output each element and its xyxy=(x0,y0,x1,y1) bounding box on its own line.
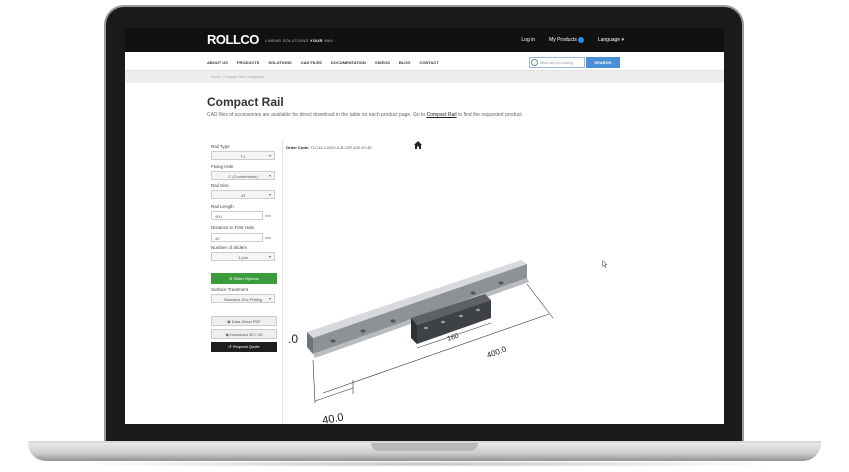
dimension-left: .0 xyxy=(288,332,298,346)
pdf-icon: ◉ xyxy=(227,319,231,324)
download-label: Download 3D / 2D xyxy=(230,332,263,337)
rail-hole xyxy=(470,291,476,295)
plus-circle-icon: ⊕ xyxy=(229,276,233,281)
nav-solutions[interactable]: SOLUTIONS xyxy=(268,60,291,65)
download-button[interactable]: ◉ Download 3D / 2D xyxy=(211,329,277,339)
quote-icon: ↺ xyxy=(228,344,232,349)
dimension-slider: 160 xyxy=(446,333,459,343)
sliders-select[interactable]: 1 pcs xyxy=(211,252,275,261)
nav-videos[interactable]: VIDEOS xyxy=(375,60,390,65)
breadcrumb-bar: Home / Compact Rail Configurator xyxy=(125,71,724,83)
distance-unit: mm xyxy=(265,236,271,240)
site-logo[interactable]: ROLLCO xyxy=(207,32,259,47)
rail-hole xyxy=(360,329,366,333)
order-code-value: TLC43-1-NOV-4-B-22R-400-40-40 xyxy=(310,145,372,150)
rail-length-label: Rail Length xyxy=(211,204,234,209)
nav-blog[interactable]: BLOG xyxy=(399,60,411,65)
compact-rail-link[interactable]: Compact Rail xyxy=(427,112,457,118)
search-icon xyxy=(531,59,538,66)
rail-size-label: Rail Size xyxy=(211,183,229,188)
products-count-badge xyxy=(577,37,584,43)
dimension-length: 400.0 xyxy=(486,344,508,359)
breadcrumb[interactable]: Home / Compact Rail Configurator xyxy=(211,75,265,79)
rail-type-label: Rail Type xyxy=(211,144,230,149)
intro-before: CAD files of accessories are available f… xyxy=(207,112,426,118)
order-code-label: Order Code: xyxy=(286,145,310,150)
datasheet-button[interactable]: ◉ Data Sheet PDF xyxy=(211,316,277,326)
nav-products[interactable]: PRODUCTS xyxy=(237,60,259,65)
tagline-bold: YOUR xyxy=(309,38,323,43)
nav-cad-files[interactable]: CAD FILES xyxy=(301,60,322,65)
nav-contact[interactable]: CONTACT xyxy=(419,60,438,65)
distance-input[interactable]: 40 xyxy=(211,233,263,242)
language-selector[interactable]: Language ▾ xyxy=(598,37,624,43)
order-code: Order Code: TLC43-1-NOV-4-B-22R-400-40-4… xyxy=(286,145,372,150)
site-topbar: ROLLCO LINEAR SOLUTIONS YOUR WAY Log in … xyxy=(125,28,724,52)
rail-3d-model[interactable]: .0 160 400.0 40.0 xyxy=(283,248,573,424)
rail-length-input[interactable]: 400 xyxy=(211,211,263,220)
surface-label: Surface Treatment xyxy=(211,287,249,292)
intro-after: to find the requested product. xyxy=(457,112,524,118)
datasheet-label: Data Sheet PDF xyxy=(231,319,261,324)
mouse-cursor-icon xyxy=(602,260,608,268)
download-icon: ◉ xyxy=(225,332,229,337)
my-products-label: My Products xyxy=(549,37,577,43)
chevron-down-icon: ▾ xyxy=(621,37,624,43)
nav-documentation[interactable]: DOCUMENTATION xyxy=(331,60,366,65)
nav-about-us[interactable]: ABOUT US xyxy=(207,60,228,65)
rail-hole xyxy=(390,319,396,323)
rail-size-select[interactable]: 43 xyxy=(211,190,275,199)
top-links: Log in My Products Language ▾ xyxy=(521,37,624,43)
rail-hole xyxy=(330,339,336,343)
page-title: Compact Rail xyxy=(207,95,284,109)
fixing-hole-select[interactable]: C (Countersunk) xyxy=(211,171,275,180)
search-button[interactable]: SEARCH xyxy=(586,57,620,68)
my-products-link[interactable]: My Products xyxy=(549,37,584,43)
quote-button[interactable]: ↺ Request Quote xyxy=(211,342,277,352)
language-label: Language xyxy=(597,37,621,43)
laptop-mockup: ROLLCO LINEAR SOLUTIONS YOUR WAY Log in … xyxy=(0,0,849,472)
tagline-prefix: LINEAR SOLUTIONS xyxy=(265,38,309,43)
main-nav: ABOUT US PRODUCTS SOLUTIONS CAD FILES DO… xyxy=(125,52,724,71)
home-icon[interactable] xyxy=(413,140,423,150)
login-link[interactable]: Log in xyxy=(521,37,535,43)
laptop-shadow xyxy=(60,461,789,467)
quote-label: Request Quote xyxy=(232,344,260,349)
sliders-label: Number of Sliders xyxy=(211,245,248,250)
browser-screen: ROLLCO LINEAR SOLUTIONS YOUR WAY Log in … xyxy=(125,28,724,424)
rail-hole xyxy=(498,281,504,285)
fixing-hole-label: Fixing Hole xyxy=(211,164,234,169)
laptop-notch xyxy=(371,443,478,451)
nav-items: ABOUT US PRODUCTS SOLUTIONS CAD FILES DO… xyxy=(207,60,439,65)
slider-options-button[interactable]: ⊕ Slider Options xyxy=(211,273,277,284)
rail-length-unit: mm xyxy=(265,214,271,218)
intro-text: CAD files of accessories are available f… xyxy=(207,112,567,119)
slider-options-label: Slider Options xyxy=(233,276,259,281)
rail-type-select[interactable]: T1 xyxy=(211,151,275,160)
distance-label: Distance to First Hole xyxy=(211,225,255,230)
dimension-bottom: 40.0 xyxy=(321,411,344,424)
surface-select[interactable]: Standard Zinc Plating xyxy=(211,294,275,303)
tagline-suffix: WAY xyxy=(324,38,334,43)
site-tagline: LINEAR SOLUTIONS YOUR WAY xyxy=(265,38,334,43)
